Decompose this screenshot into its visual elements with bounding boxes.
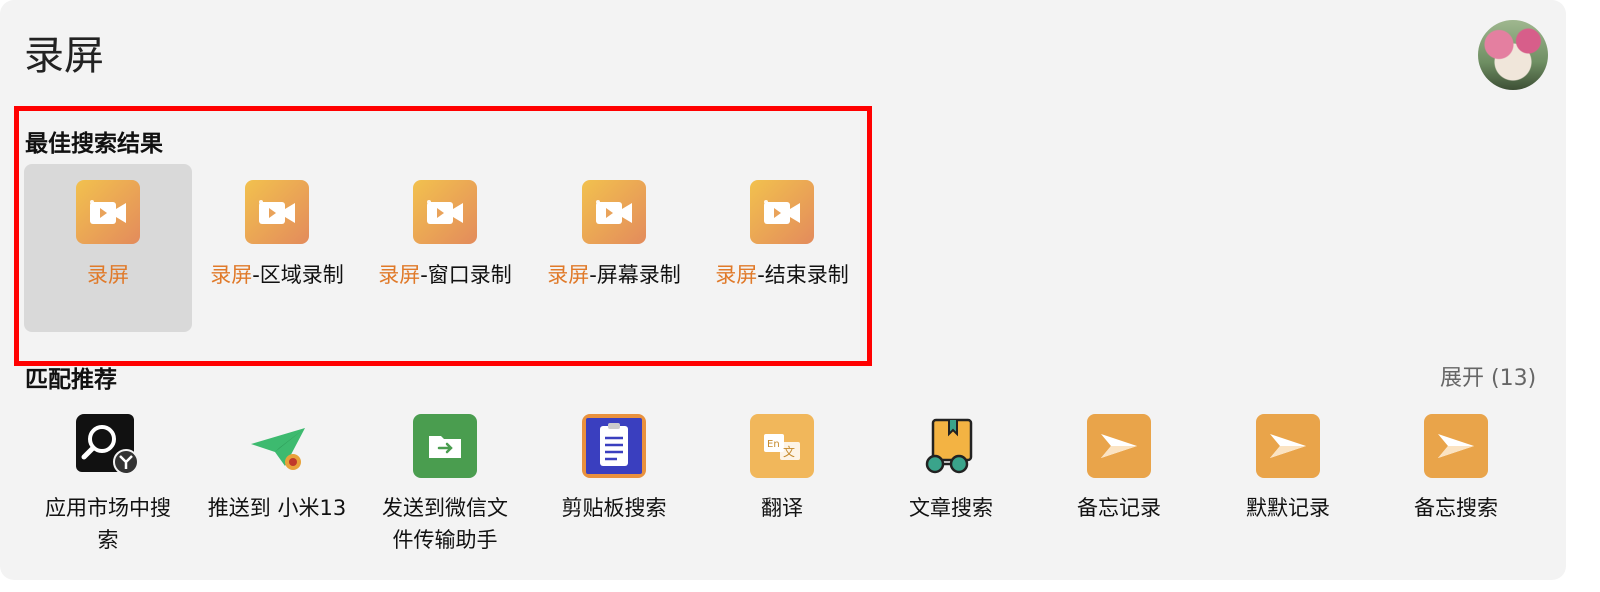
- match-recommend-title: 匹配推荐: [25, 367, 117, 393]
- best-result-item[interactable]: 录屏-窗口录制: [361, 164, 529, 332]
- svg-text:En: En: [767, 439, 780, 450]
- recommend-label: 备忘搜索: [1414, 496, 1498, 520]
- memo-arrow-icon: [1256, 414, 1320, 478]
- recommend-label: 备忘记录: [1077, 496, 1161, 520]
- recommend-item-memo-search[interactable]: 备忘搜索: [1372, 414, 1540, 564]
- screen-record-icon: [413, 180, 477, 244]
- screen-record-icon: [750, 180, 814, 244]
- recommend-label: 推送到 小米13: [207, 496, 347, 520]
- launcher-panel: 录屏 最佳搜索结果 录屏 录屏-区域录制 录屏-窗口录制 录屏-屏幕录制 录屏-…: [0, 0, 1566, 580]
- recommend-label: 文章搜索: [909, 496, 993, 520]
- folder-send-icon: [413, 414, 477, 478]
- recommend-item-clipboard-search[interactable]: 剪贴板搜索: [530, 414, 698, 564]
- paper-plane-icon: [245, 414, 309, 478]
- best-result-item[interactable]: 录屏-结束录制: [698, 164, 866, 332]
- app-market-search-icon: [76, 414, 140, 478]
- recommend-item-app-market[interactable]: 应用市场中搜索: [24, 414, 192, 564]
- recommend-item-memo-record[interactable]: 备忘记录: [1035, 414, 1203, 564]
- search-query[interactable]: 录屏: [24, 30, 104, 82]
- best-result-label: 录屏: [87, 263, 129, 287]
- article-glasses-icon: [919, 414, 983, 478]
- best-result-item[interactable]: 录屏: [24, 164, 192, 332]
- best-results-title: 最佳搜索结果: [25, 131, 163, 157]
- best-result-label: 录屏-结束录制: [715, 263, 849, 287]
- recommend-label: 发送到微信文件传输助手: [382, 496, 508, 552]
- best-result-item[interactable]: 录屏-屏幕录制: [530, 164, 698, 332]
- recommend-label: 应用市场中搜索: [45, 496, 171, 552]
- user-avatar[interactable]: [1478, 20, 1548, 90]
- best-result-label: 录屏-窗口录制: [378, 263, 512, 287]
- recommend-label: 翻译: [761, 496, 803, 520]
- memo-arrow-icon: [1087, 414, 1151, 478]
- translate-icon: En 文: [750, 414, 814, 478]
- recommend-item-push-to-phone[interactable]: 推送到 小米13: [193, 414, 361, 564]
- recommend-item-send-wechat[interactable]: 发送到微信文件传输助手: [361, 414, 529, 564]
- best-result-item[interactable]: 录屏-区域录制: [193, 164, 361, 332]
- screen-record-icon: [76, 180, 140, 244]
- recommend-label: 默默记录: [1246, 496, 1330, 520]
- recommend-item-silent-record[interactable]: 默默记录: [1204, 414, 1372, 564]
- recommend-label: 剪贴板搜索: [561, 496, 667, 520]
- expand-button[interactable]: 展开 (13): [1440, 360, 1536, 392]
- recommend-item-translate[interactable]: En 文 翻译: [698, 414, 866, 564]
- best-result-label: 录屏-屏幕录制: [547, 263, 681, 287]
- memo-arrow-icon: [1424, 414, 1488, 478]
- screen-record-icon: [582, 180, 646, 244]
- clipboard-icon: [582, 414, 646, 478]
- svg-text:文: 文: [783, 444, 795, 459]
- screen-record-icon: [245, 180, 309, 244]
- best-result-label: 录屏-区域录制: [210, 263, 344, 287]
- recommend-item-article-search[interactable]: 文章搜索: [867, 414, 1035, 564]
